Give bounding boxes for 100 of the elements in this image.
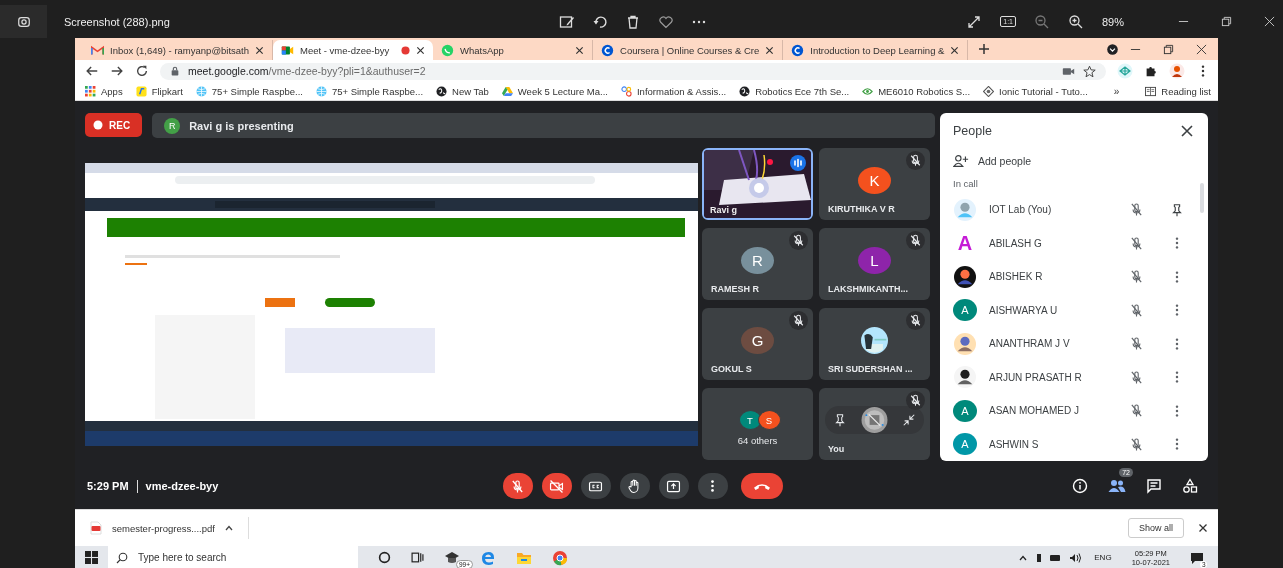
bookmark[interactable]: 75+ Simple Raspbe... bbox=[211, 85, 303, 97]
more-bookmarks-button[interactable]: » bbox=[1113, 85, 1120, 97]
shopping-bag-icon[interactable] bbox=[135, 85, 147, 97]
browser-tab[interactable]: Meet - vme-dzee-byy bbox=[273, 40, 434, 60]
participant-tile[interactable]: Ravi g bbox=[702, 148, 813, 220]
participant-tile[interactable]: K KIRUTHIKA V R bbox=[819, 148, 930, 220]
bookmark[interactable]: Week 5 Lecture Ma... bbox=[517, 85, 608, 97]
participant-tile[interactable]: You bbox=[819, 388, 930, 460]
participant-avatar: A bbox=[956, 232, 974, 255]
people-icon[interactable] bbox=[1108, 478, 1126, 494]
end-call-button[interactable] bbox=[740, 473, 783, 499]
participant-tile[interactable]: SRI SUDERSHAN ... bbox=[819, 308, 930, 380]
restore-icon[interactable] bbox=[1221, 16, 1232, 27]
fullscreen-icon[interactable] bbox=[966, 13, 983, 30]
bookmark[interactable]: Robotics Ece 7th Se... bbox=[755, 85, 850, 97]
extension-icon[interactable] bbox=[1117, 63, 1133, 79]
graduation-cap-icon[interactable] bbox=[444, 549, 460, 566]
show-all-button[interactable]: Show all bbox=[1127, 518, 1184, 538]
caret-up-icon[interactable] bbox=[223, 523, 234, 533]
recording-button[interactable]: REC bbox=[85, 113, 143, 137]
bookmark[interactable]: 75+ Simple Raspbe... bbox=[331, 85, 424, 97]
bookmark[interactable]: New Tab bbox=[452, 85, 489, 97]
participant-tile[interactable]: L LAKSHMIKANTH... bbox=[819, 228, 930, 300]
reading-list-icon[interactable] bbox=[1145, 85, 1157, 97]
search-field[interactable]: Type here to search bbox=[108, 546, 358, 568]
restore-icon[interactable] bbox=[1163, 43, 1174, 55]
browser-tab[interactable]: Coursera | Online Courses & Cre bbox=[593, 40, 784, 60]
bookmark[interactable]: Flipkart bbox=[151, 85, 183, 97]
participant-name[interactable]: IOT Lab (You) bbox=[989, 204, 1116, 216]
participant-name[interactable]: ABILASH G bbox=[989, 237, 1116, 249]
drive-icon[interactable] bbox=[501, 85, 513, 97]
participant-name: RAMESH R bbox=[710, 284, 760, 296]
participant-tile[interactable]: T S 64 others bbox=[702, 388, 813, 460]
profile-avatar-icon[interactable] bbox=[1169, 63, 1185, 79]
photos-app-icon[interactable] bbox=[16, 14, 31, 29]
close-tab-icon[interactable] bbox=[575, 45, 585, 55]
browser-tab[interactable]: WhatsApp bbox=[433, 40, 594, 60]
address-bar[interactable]: meet.google.com/vme-dzee-byy?pli=1&authuser=2 bbox=[160, 62, 1106, 80]
participant-name[interactable]: ASHWIN S bbox=[989, 438, 1116, 450]
info-icon[interactable] bbox=[1072, 478, 1088, 494]
chrome-icon[interactable] bbox=[552, 549, 568, 566]
close-icon[interactable] bbox=[1180, 124, 1194, 139]
present-button[interactable] bbox=[658, 473, 689, 499]
language-indicator[interactable]: ENG bbox=[1094, 553, 1112, 562]
camera-button[interactable] bbox=[541, 473, 572, 499]
forward-icon[interactable] bbox=[110, 64, 124, 78]
close-icon[interactable] bbox=[1198, 523, 1208, 533]
download-file-name[interactable]: semester-progress....pdf bbox=[112, 522, 215, 534]
globe-icon[interactable] bbox=[436, 85, 448, 97]
participant-name[interactable]: ARJUN PRASATH R bbox=[989, 371, 1116, 383]
edge-browser-icon[interactable] bbox=[480, 549, 496, 566]
delete-icon[interactable] bbox=[625, 13, 641, 30]
participant-name[interactable]: ABISHEK R bbox=[989, 271, 1116, 283]
close-tab-icon[interactable] bbox=[416, 45, 426, 55]
captions-button[interactable] bbox=[580, 473, 611, 499]
notifications-icon[interactable] bbox=[1190, 550, 1204, 565]
add-people-button[interactable]: Add people bbox=[953, 149, 1032, 173]
rotate-icon[interactable] bbox=[592, 13, 608, 30]
tab-search-icon[interactable] bbox=[1106, 42, 1119, 56]
bookmark[interactable]: Information & Assis... bbox=[636, 85, 727, 97]
close-icon[interactable] bbox=[1196, 43, 1207, 55]
globe-icon[interactable] bbox=[739, 85, 751, 97]
participant-name[interactable]: ANANTHRAM J V bbox=[989, 338, 1116, 350]
task-view-icon[interactable] bbox=[411, 551, 424, 564]
chat-icon[interactable] bbox=[1146, 478, 1162, 494]
raise-hand-button[interactable] bbox=[619, 473, 650, 499]
zoom-out-icon[interactable] bbox=[1033, 13, 1050, 30]
participant-name[interactable]: ASAN MOHAMED J bbox=[989, 405, 1116, 417]
new-tab-icon[interactable] bbox=[978, 43, 991, 55]
back-icon[interactable] bbox=[85, 64, 99, 78]
participant-tile[interactable]: G GOKUL S bbox=[702, 308, 813, 380]
bookmark[interactable]: ME6010 Robotics S... bbox=[878, 85, 971, 97]
diamond-icon[interactable] bbox=[983, 85, 995, 97]
minimize-tile-icon[interactable] bbox=[902, 413, 916, 427]
bookmark[interactable]: Apps bbox=[101, 85, 123, 97]
pin-icon[interactable] bbox=[833, 413, 847, 427]
activities-icon[interactable] bbox=[1182, 478, 1198, 494]
pin-icon[interactable] bbox=[1170, 202, 1184, 217]
participant-name[interactable]: AISHWARYA U bbox=[989, 304, 1116, 316]
eye-icon[interactable] bbox=[862, 85, 874, 97]
puzzle-icon[interactable] bbox=[1144, 64, 1158, 78]
heart-icon[interactable] bbox=[658, 13, 674, 30]
participant-tile[interactable]: R RAMESH R bbox=[702, 228, 813, 300]
reload-icon[interactable] bbox=[135, 64, 149, 78]
close-tab-icon[interactable] bbox=[765, 45, 775, 55]
close-tab-icon[interactable] bbox=[950, 45, 960, 55]
apps-grid-icon[interactable] bbox=[85, 85, 96, 97]
more-options-button[interactable] bbox=[697, 473, 728, 499]
close-tab-icon[interactable] bbox=[255, 45, 265, 55]
zoom-in-icon[interactable] bbox=[1067, 13, 1084, 30]
search-input[interactable]: Type here to search bbox=[136, 551, 350, 564]
bookmark[interactable]: Ionic Tutorial - Tuto... bbox=[999, 85, 1088, 97]
microphone-button[interactable] bbox=[502, 473, 533, 499]
edit-image-icon[interactable] bbox=[559, 13, 575, 30]
cortana-icon[interactable] bbox=[378, 551, 391, 564]
star-icon[interactable] bbox=[1083, 64, 1096, 78]
circles-icon[interactable] bbox=[620, 85, 632, 97]
reading-list-button[interactable]: Reading list bbox=[1161, 85, 1211, 97]
browser-tab[interactable]: Introduction to Deep Learning & bbox=[783, 40, 969, 60]
windows-start-icon[interactable] bbox=[85, 551, 98, 564]
